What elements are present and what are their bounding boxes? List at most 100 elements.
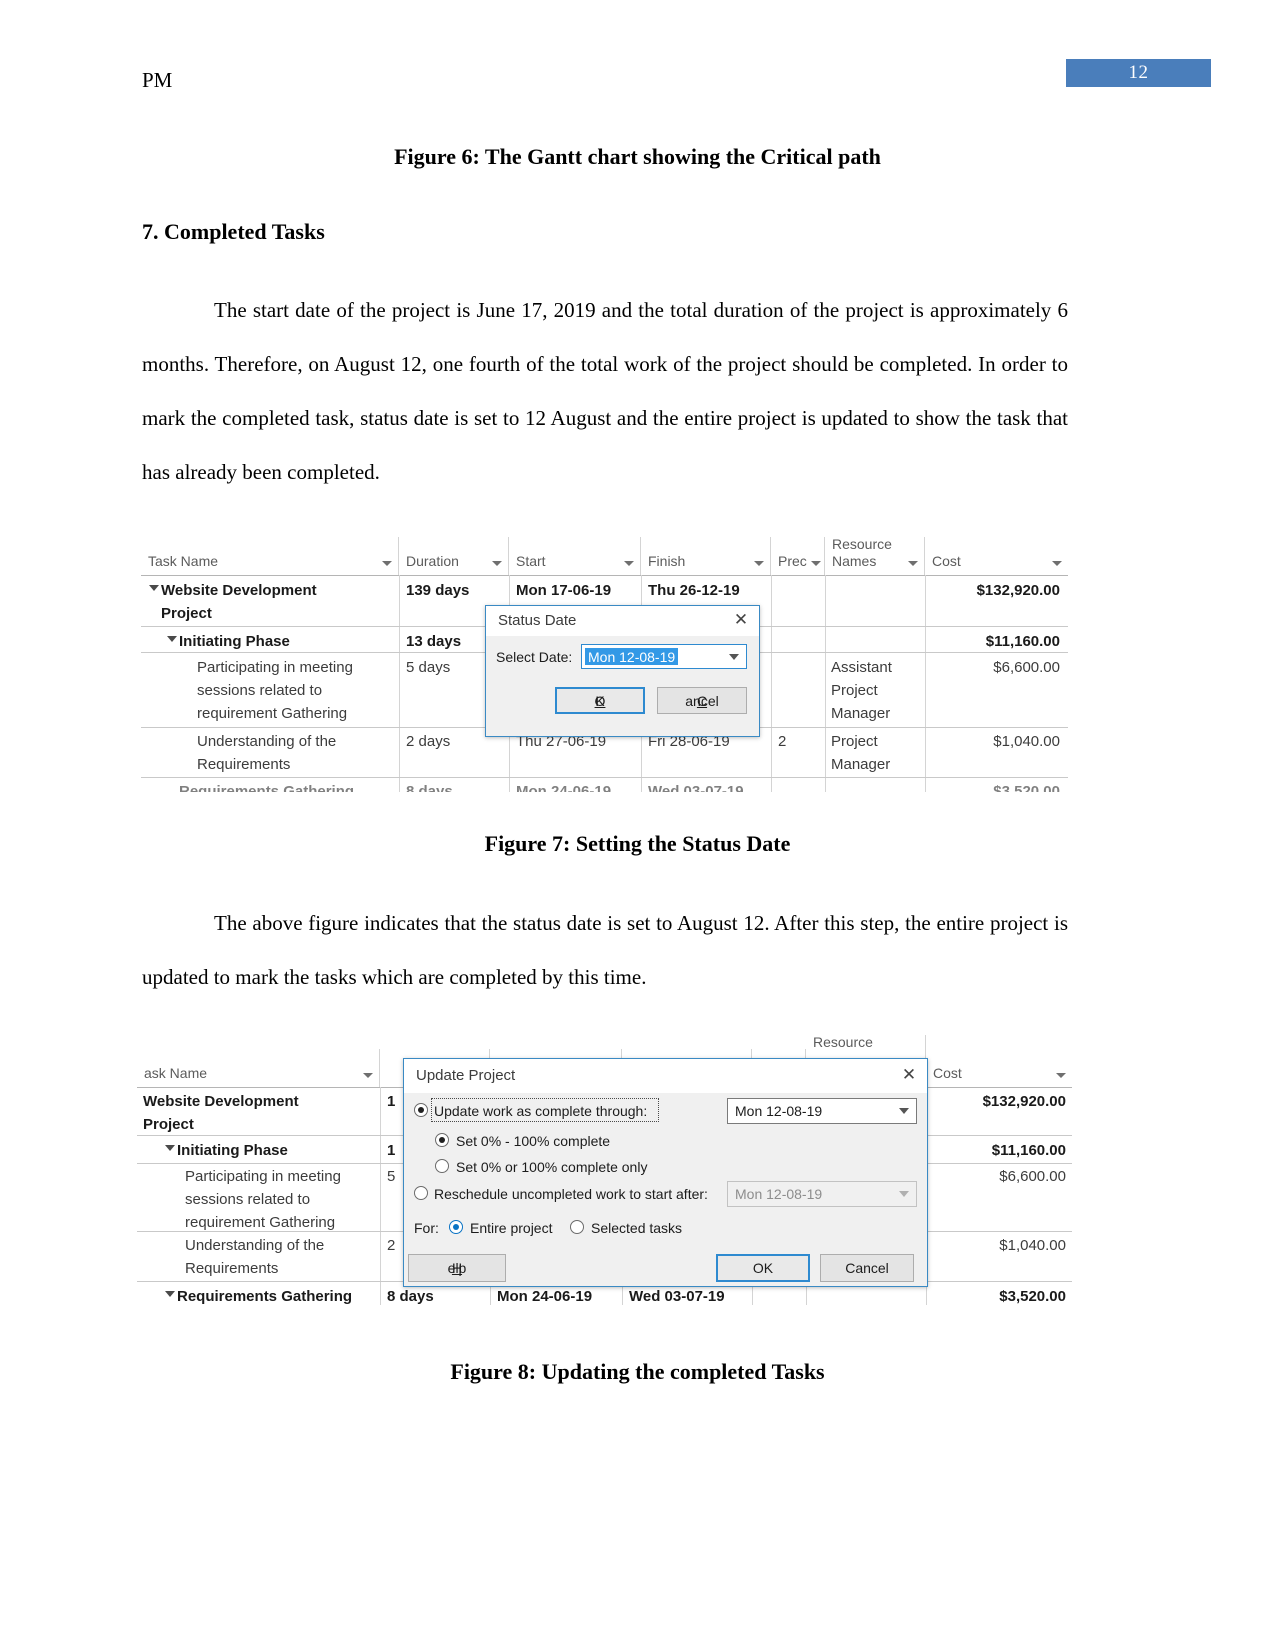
- radio-set-0-or-100-only[interactable]: [435, 1159, 449, 1173]
- chevron-down-icon[interactable]: [908, 561, 918, 566]
- fig8-column-task-name[interactable]: ask Name: [137, 1049, 380, 1087]
- close-icon[interactable]: ✕: [732, 611, 750, 629]
- chevron-down-icon[interactable]: [363, 1073, 373, 1078]
- figure6-caption: Figure 6: The Gantt chart showing the Cr…: [394, 144, 881, 169]
- collapse-triangle-icon[interactable]: [165, 1145, 175, 1151]
- table-cell-cost: $132,920.00: [982, 1093, 1066, 1110]
- fig7-gridline: [399, 575, 400, 792]
- select-date-label: Select Date:: [496, 649, 573, 665]
- collapse-triangle-icon[interactable]: [167, 636, 177, 642]
- fig7-column-cost[interactable]: Cost: [925, 537, 1068, 575]
- radio-selected-tasks[interactable]: [570, 1220, 584, 1234]
- table-row: Website Development Project: [161, 582, 317, 622]
- ok-label: OK: [752, 1260, 774, 1276]
- label-set-0-or-100-only: Set 0% or 100% complete only: [456, 1159, 648, 1175]
- section-heading-completed-tasks: 7. Completed Tasks: [142, 219, 325, 244]
- table-cell-duration: 5 days: [406, 659, 451, 676]
- chevron-down-icon[interactable]: [899, 1191, 909, 1197]
- fig8-col-label: ask Name: [144, 1065, 208, 1081]
- fig7-column-prec[interactable]: Prec: [771, 537, 825, 575]
- table-row: Requirements Gathering: [177, 1288, 353, 1305]
- figure7-screenshot: Task Name Duration Start Finish Prec Res…: [141, 537, 1068, 792]
- table-cell-cost: $11,160.00: [991, 1142, 1066, 1159]
- table-row: Participating in meeting sessions relate…: [197, 659, 353, 722]
- ok-label-rest: K: [595, 692, 605, 709]
- table-cell-resource: Assistant Project Manager: [831, 659, 892, 722]
- fig7-column-finish[interactable]: Finish: [641, 537, 771, 575]
- fig7-column-task-name[interactable]: Task Name: [141, 537, 399, 575]
- fig7-col-label: Task Name: [148, 553, 219, 569]
- table-row: Initiating Phase: [179, 633, 290, 650]
- table-cell-duration: 1: [387, 1142, 396, 1159]
- fig8-col-label-resource: Resource: [813, 1035, 873, 1050]
- chevron-down-icon[interactable]: [382, 561, 392, 566]
- cancel-button[interactable]: Cancel: [820, 1254, 914, 1282]
- radio-update-work-as-complete[interactable]: [414, 1103, 428, 1117]
- fig7-column-duration[interactable]: Duration: [399, 537, 509, 575]
- chevron-down-icon[interactable]: [729, 653, 739, 660]
- cancel-button[interactable]: Cancel: [657, 687, 747, 714]
- fig8-column-cost[interactable]: Cost: [926, 1049, 1072, 1087]
- fig7-column-start[interactable]: Start: [509, 537, 641, 575]
- ok-button[interactable]: OK: [555, 687, 645, 714]
- status-date-dialog: Status Date ✕ Select Date: Mon 12-08-19 …: [485, 605, 760, 737]
- table-cell-finish: Wed 03-07-19: [629, 1288, 725, 1305]
- fig8-col-label-cost: Cost: [933, 1065, 962, 1081]
- table-cell-finish: Thu 26-12-19: [648, 582, 740, 599]
- label-selected-tasks: Selected tasks: [591, 1220, 683, 1236]
- table-cell-duration: 2: [387, 1237, 396, 1254]
- update-work-date-combobox[interactable]: Mon 12-08-19: [727, 1098, 917, 1124]
- chevron-down-icon[interactable]: [492, 561, 502, 566]
- table-cell-cost: $6,600.00: [999, 1168, 1066, 1185]
- chevron-down-icon[interactable]: [1052, 561, 1062, 566]
- collapse-triangle-icon[interactable]: [149, 585, 159, 591]
- fig7-column-resource-names[interactable]: Resource Names: [825, 537, 925, 575]
- label-update-work-as-complete: Update work as complete through:: [434, 1103, 648, 1119]
- table-cell-duration: 1: [387, 1093, 396, 1110]
- table-cell-start: Mon 24-06-19: [516, 783, 612, 792]
- chevron-down-icon[interactable]: [754, 561, 764, 566]
- chevron-down-icon[interactable]: [811, 561, 821, 566]
- figure8-caption: Figure 8: Updating the completed Tasks: [450, 1359, 825, 1384]
- radio-set-0-100-complete[interactable]: [435, 1133, 449, 1147]
- table-cell-duration: 8 days: [387, 1288, 434, 1305]
- table-cell-duration: 13 days: [406, 633, 462, 650]
- label-for: For:: [414, 1220, 439, 1236]
- table-cell-cost: $1,040.00: [999, 1237, 1066, 1254]
- fig7-gridline: [771, 575, 772, 792]
- collapse-triangle-icon[interactable]: [165, 1291, 175, 1297]
- reschedule-date-value: Mon 12-08-19: [735, 1186, 823, 1202]
- dialog-title: Update Project: [416, 1067, 516, 1084]
- table-row: Website Development Project: [143, 1093, 299, 1133]
- page-header: PM 12: [0, 0, 1275, 120]
- figure8-screenshot: ask Name Resource Cost Website Developme…: [137, 1035, 1072, 1305]
- paragraph-above-figure: The above figure indicates that the stat…: [142, 911, 1068, 989]
- fig7-col-label: Cost: [932, 553, 961, 569]
- chevron-down-icon[interactable]: [1056, 1073, 1066, 1078]
- table-row: Understanding of the Requirements: [197, 733, 337, 773]
- fig7-col-label-top: Resource: [832, 537, 892, 552]
- ok-button[interactable]: OK: [716, 1254, 810, 1282]
- page-number-badge: 12: [1066, 59, 1211, 87]
- chevron-down-icon[interactable]: [899, 1108, 909, 1114]
- dialog-body: Select Date: Mon 12-08-19 OK Cancel: [486, 636, 759, 736]
- reschedule-date-combobox[interactable]: Mon 12-08-19: [727, 1181, 917, 1207]
- cancel-label: Cancel: [845, 1260, 889, 1276]
- table-cell-duration: 139 days: [406, 582, 470, 599]
- table-cell-cost: $3,520.00: [999, 1288, 1066, 1305]
- table-cell-start: Mon 24-06-19: [497, 1288, 593, 1305]
- select-date-value: Mon 12-08-19: [585, 648, 679, 665]
- close-icon[interactable]: ✕: [900, 1066, 918, 1084]
- help-button[interactable]: Help: [408, 1254, 506, 1282]
- chevron-down-icon[interactable]: [624, 561, 634, 566]
- fig7-col-label: Start: [516, 553, 546, 569]
- radio-reschedule-uncompleted[interactable]: [414, 1186, 428, 1200]
- fig7-col-label: Duration: [406, 553, 459, 569]
- table-cell-duration: 5: [387, 1168, 396, 1185]
- table-cell-prec: 2: [778, 733, 787, 750]
- table-cell-cost: $132,920.00: [976, 582, 1060, 599]
- table-cell-duration: 2 days: [406, 733, 451, 750]
- fig7-col-label: Prec: [778, 553, 807, 569]
- select-date-combobox[interactable]: Mon 12-08-19: [581, 644, 747, 669]
- radio-entire-project[interactable]: [449, 1220, 463, 1234]
